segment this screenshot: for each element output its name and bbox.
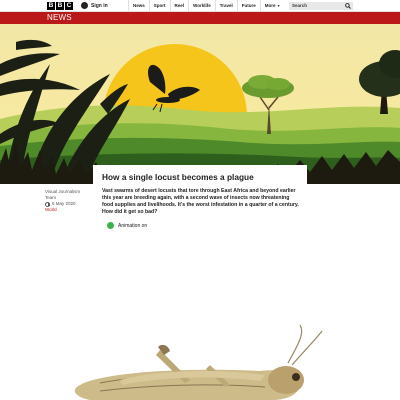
news-section-label[interactable]: NEWS — [47, 12, 72, 24]
nav-item-more[interactable]: More ▾ — [259, 0, 284, 12]
bbc-logo-letter: B — [56, 2, 64, 10]
animation-toggle-label: Animation on — [118, 222, 148, 229]
sign-in-label: Sign in — [91, 2, 108, 9]
toggle-on-indicator — [107, 222, 114, 229]
nav-item-travel[interactable]: Travel — [214, 0, 237, 12]
locust-illustration — [74, 325, 323, 400]
nav-item-news[interactable]: News — [128, 0, 149, 12]
bbc-logo[interactable]: B B C — [47, 2, 73, 10]
search-placeholder: Search — [292, 3, 308, 8]
article-summary: Vast swarms of desert locusts that tore … — [102, 188, 299, 216]
nav-item-sport[interactable]: Sport — [148, 0, 170, 12]
chevron-down-icon: ▾ — [276, 3, 280, 8]
section-link-world[interactable]: World — [45, 207, 93, 213]
sign-in-link[interactable]: Sign in — [81, 2, 108, 9]
top-bar: B B C Sign in News Sport Reel Worklife T… — [0, 0, 400, 12]
bbc-logo-letter: C — [65, 2, 73, 10]
nav-item-reel[interactable]: Reel — [169, 0, 189, 12]
byline: Visual Journalism Team 5 May 2020 World — [45, 189, 93, 213]
animation-toggle[interactable]: Animation on — [107, 222, 147, 229]
news-section-bar: NEWS — [0, 12, 400, 24]
main-nav: News Sport Reel Worklife Travel Future M… — [128, 0, 284, 12]
search-icon[interactable] — [345, 3, 351, 9]
clock-icon — [45, 201, 50, 207]
headline-box: How a single locust becomes a plague — [93, 165, 307, 187]
savanna-scene — [0, 24, 400, 184]
bbc-logo-letter: B — [47, 2, 55, 10]
user-icon — [81, 2, 88, 9]
search-input[interactable]: Search — [289, 2, 353, 10]
hero-illustration — [0, 24, 400, 184]
nav-item-future[interactable]: Future — [236, 0, 260, 12]
nav-item-worklife[interactable]: Worklife — [188, 0, 215, 12]
nav-more-label: More — [264, 3, 276, 8]
article-headline: How a single locust becomes a plague — [102, 172, 254, 182]
